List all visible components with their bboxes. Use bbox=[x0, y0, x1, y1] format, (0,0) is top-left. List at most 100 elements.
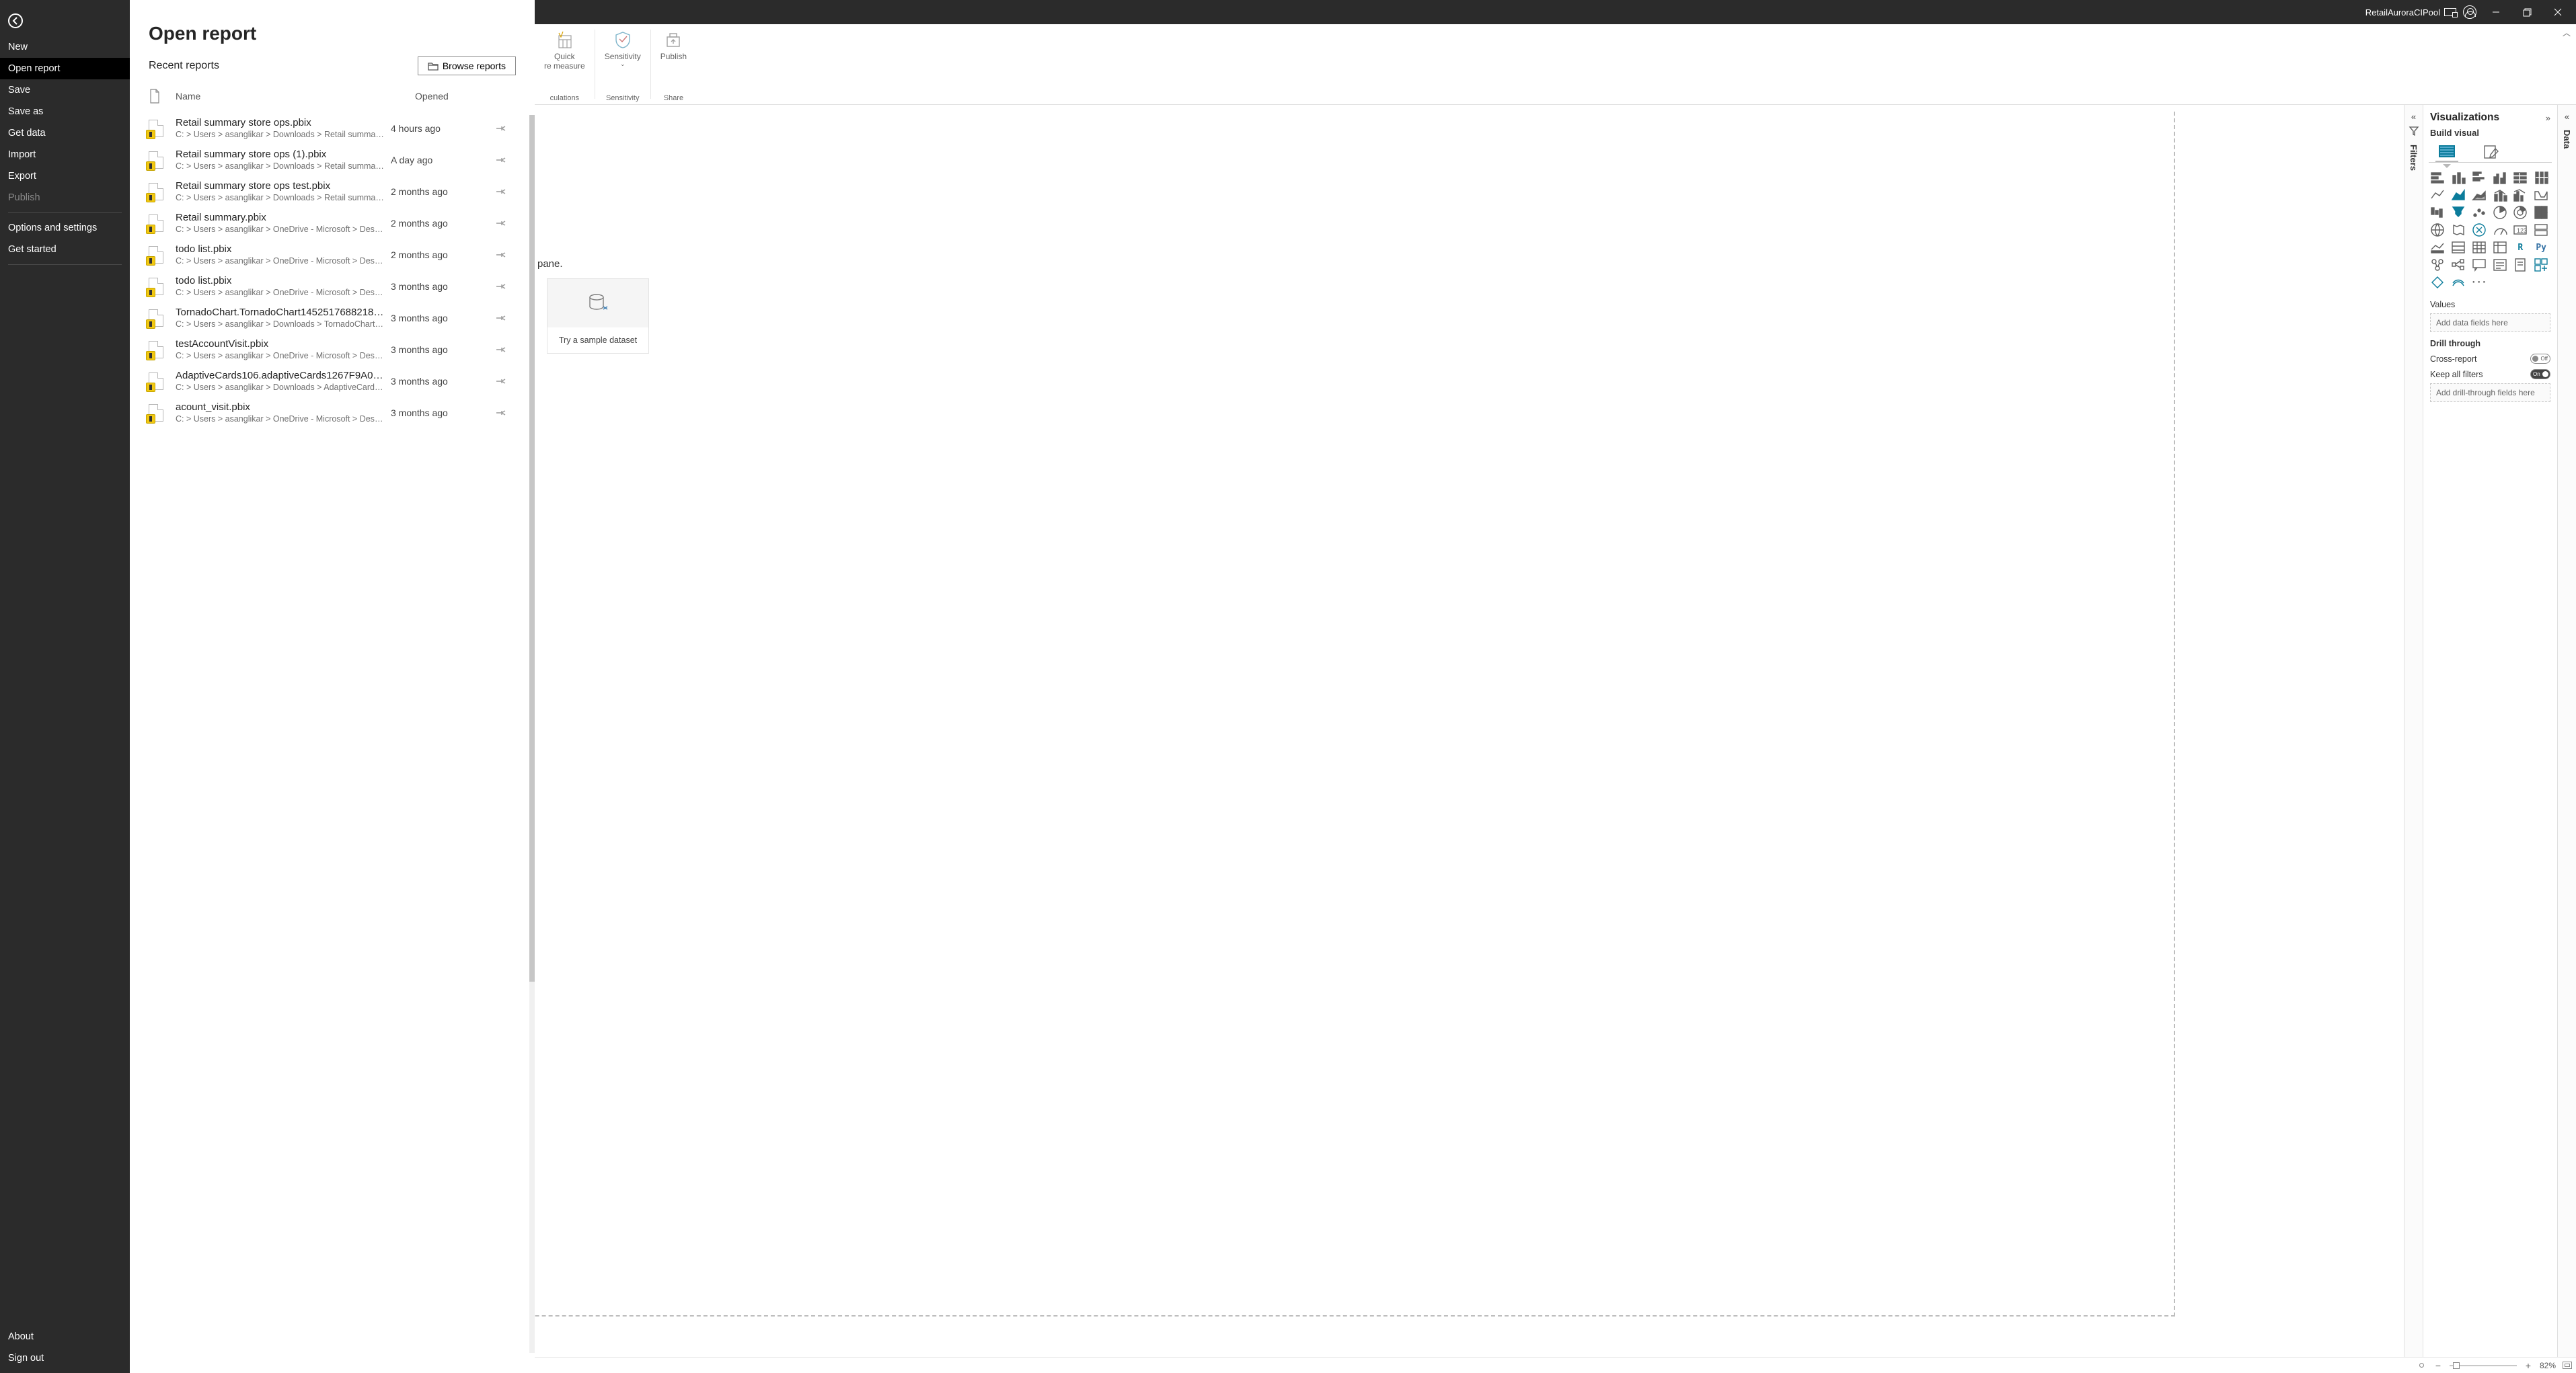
stacked-area-chart-icon[interactable] bbox=[2470, 187, 2488, 203]
smart-narrative-visual-icon[interactable] bbox=[2491, 257, 2509, 273]
window-restore-button[interactable] bbox=[2511, 0, 2542, 24]
publish-icon[interactable] bbox=[662, 28, 685, 51]
100-stacked-column-chart-icon[interactable] bbox=[2532, 169, 2550, 186]
area-chart-icon[interactable] bbox=[2450, 187, 2467, 203]
line-stacked-column-chart-icon[interactable] bbox=[2491, 187, 2509, 203]
window-close-button[interactable] bbox=[2542, 0, 2573, 24]
clustered-column-chart-icon[interactable] bbox=[2491, 169, 2509, 186]
matrix-visual-icon[interactable] bbox=[2491, 239, 2509, 256]
map-chart-icon[interactable] bbox=[2429, 222, 2446, 238]
table-visual-icon[interactable] bbox=[2470, 239, 2488, 256]
paginated-report-visual-icon[interactable] bbox=[2511, 257, 2529, 273]
recent-report-row[interactable]: AdaptiveCards106.adaptiveCards1267F9A029… bbox=[130, 365, 528, 397]
backstage-item-sign-out[interactable]: Sign out bbox=[0, 1347, 130, 1369]
ribbon-collapse-button[interactable]: ︿ bbox=[2563, 24, 2576, 38]
backstage-item-options-and-settings[interactable]: Options and settings bbox=[0, 217, 130, 239]
recent-report-row[interactable]: testAccountVisit.pbixC: > Users > asangl… bbox=[130, 334, 528, 365]
filters-expand-icon[interactable]: « bbox=[2411, 112, 2416, 122]
backstage-item-open-report[interactable]: Open report bbox=[0, 58, 130, 79]
sketch-visual-icon[interactable] bbox=[2450, 274, 2467, 290]
window-minimize-button[interactable] bbox=[2480, 0, 2511, 24]
format-visual-tab[interactable] bbox=[2480, 142, 2503, 162]
kpi-visual-icon[interactable] bbox=[2429, 239, 2446, 256]
zoom-out-button[interactable]: − bbox=[2433, 1360, 2443, 1371]
sensitivity-icon[interactable] bbox=[611, 28, 634, 51]
ribbon-chart-icon[interactable] bbox=[2532, 187, 2550, 203]
pin-report-button[interactable] bbox=[492, 124, 509, 133]
user-avatar-icon[interactable] bbox=[2463, 5, 2476, 19]
quick-measure-icon[interactable] bbox=[553, 28, 576, 51]
treemap-chart-icon[interactable] bbox=[2532, 204, 2550, 221]
build-visual-tab[interactable] bbox=[2435, 142, 2458, 162]
filters-panel-collapsed[interactable]: « Filters bbox=[2404, 105, 2423, 1357]
more-visuals-icon[interactable]: ··· bbox=[2470, 274, 2488, 290]
qna-visual-icon[interactable] bbox=[2470, 257, 2488, 273]
zoom-slider[interactable] bbox=[2450, 1365, 2517, 1366]
data-expand-icon[interactable]: « bbox=[2565, 112, 2569, 122]
r-visual-icon[interactable]: R bbox=[2511, 239, 2529, 256]
pin-report-button[interactable] bbox=[492, 345, 509, 354]
pin-report-button[interactable] bbox=[492, 408, 509, 418]
line-chart-icon[interactable] bbox=[2429, 187, 2446, 203]
data-panel-collapsed[interactable]: « Data bbox=[2557, 105, 2576, 1357]
recent-report-row[interactable]: Retail summary store ops test.pbixC: > U… bbox=[130, 175, 528, 207]
column-name[interactable]: Name bbox=[176, 91, 415, 102]
stacked-bar-chart-icon[interactable] bbox=[2429, 169, 2446, 186]
recent-report-row[interactable]: todo list.pbixC: > Users > asanglikar > … bbox=[130, 270, 528, 302]
python-visual-icon[interactable]: Py bbox=[2532, 239, 2550, 256]
key-influencers-visual-icon[interactable] bbox=[2429, 257, 2446, 273]
recent-list-scrollbar[interactable] bbox=[529, 115, 535, 1353]
recent-report-row[interactable]: Retail summary store ops (1).pbixC: > Us… bbox=[130, 144, 528, 175]
report-canvas[interactable]: pane. Try a sample dataset bbox=[535, 105, 2404, 1357]
100-stacked-bar-chart-icon[interactable] bbox=[2511, 169, 2529, 186]
column-opened[interactable]: Opened bbox=[415, 91, 516, 102]
backstage-item-get-data[interactable]: Get data bbox=[0, 122, 130, 144]
apps-visual-icon[interactable] bbox=[2532, 257, 2550, 273]
try-sample-dataset-card[interactable]: Try a sample dataset bbox=[547, 278, 649, 354]
donut-chart-icon[interactable] bbox=[2511, 204, 2529, 221]
pin-report-button[interactable] bbox=[492, 155, 509, 165]
filled-map-chart-icon[interactable] bbox=[2450, 222, 2467, 238]
values-field-well[interactable]: Add data fields here bbox=[2430, 313, 2550, 332]
gauge-chart-icon[interactable] bbox=[2491, 222, 2509, 238]
backstage-item-save-as[interactable]: Save as bbox=[0, 101, 130, 122]
pin-report-button[interactable] bbox=[492, 313, 509, 323]
browse-reports-button[interactable]: Browse reports bbox=[418, 56, 516, 75]
drill-through-field-well[interactable]: Add drill-through fields here bbox=[2430, 383, 2550, 402]
keep-all-filters-toggle[interactable]: On bbox=[2530, 369, 2550, 379]
recent-report-row[interactable]: Retail summary.pbixC: > Users > asanglik… bbox=[130, 207, 528, 239]
pin-report-button[interactable] bbox=[492, 377, 509, 386]
pin-report-button[interactable] bbox=[492, 187, 509, 196]
backstage-item-about[interactable]: About bbox=[0, 1326, 130, 1347]
recent-report-row[interactable]: Retail summary store ops.pbixC: > Users … bbox=[130, 112, 528, 144]
pin-report-button[interactable] bbox=[492, 219, 509, 228]
card-visual-icon[interactable]: 123 bbox=[2511, 222, 2529, 238]
recent-report-row[interactable]: acount_visit.pbixC: > Users > asanglikar… bbox=[130, 397, 528, 428]
pin-report-button[interactable] bbox=[492, 250, 509, 260]
visualizations-collapse-icon[interactable]: » bbox=[2546, 113, 2550, 123]
pie-chart-icon[interactable] bbox=[2491, 204, 2509, 221]
pin-report-button[interactable] bbox=[492, 282, 509, 291]
slicer-visual-icon[interactable] bbox=[2450, 239, 2467, 256]
scatter-chart-icon[interactable] bbox=[2470, 204, 2488, 221]
cross-report-toggle[interactable]: Off bbox=[2530, 354, 2550, 364]
azure-map-chart-icon[interactable] bbox=[2470, 222, 2488, 238]
diamond-visual-icon[interactable] bbox=[2429, 274, 2446, 290]
stacked-column-chart-icon[interactable] bbox=[2450, 169, 2467, 186]
decomposition-tree-visual-icon[interactable] bbox=[2450, 257, 2467, 273]
line-clustered-column-chart-icon[interactable] bbox=[2511, 187, 2529, 203]
back-button[interactable] bbox=[8, 13, 23, 28]
recent-report-row[interactable]: todo list.pbixC: > Users > asanglikar > … bbox=[130, 239, 528, 270]
backstage-item-get-started[interactable]: Get started bbox=[0, 239, 130, 260]
multi-row-card-icon[interactable] bbox=[2532, 222, 2550, 238]
clustered-bar-chart-icon[interactable] bbox=[2470, 169, 2488, 186]
backstage-item-import[interactable]: Import bbox=[0, 144, 130, 165]
fit-to-page-button[interactable] bbox=[2563, 1362, 2572, 1369]
backstage-item-export[interactable]: Export bbox=[0, 165, 130, 187]
backstage-item-save[interactable]: Save bbox=[0, 79, 130, 101]
funnel-chart-icon[interactable] bbox=[2450, 204, 2467, 221]
backstage-item-new[interactable]: New bbox=[0, 36, 130, 58]
waterfall-chart-icon[interactable] bbox=[2429, 204, 2446, 221]
zoom-in-button[interactable]: + bbox=[2524, 1360, 2533, 1371]
chevron-down-icon[interactable]: ⌄ bbox=[620, 61, 626, 68]
